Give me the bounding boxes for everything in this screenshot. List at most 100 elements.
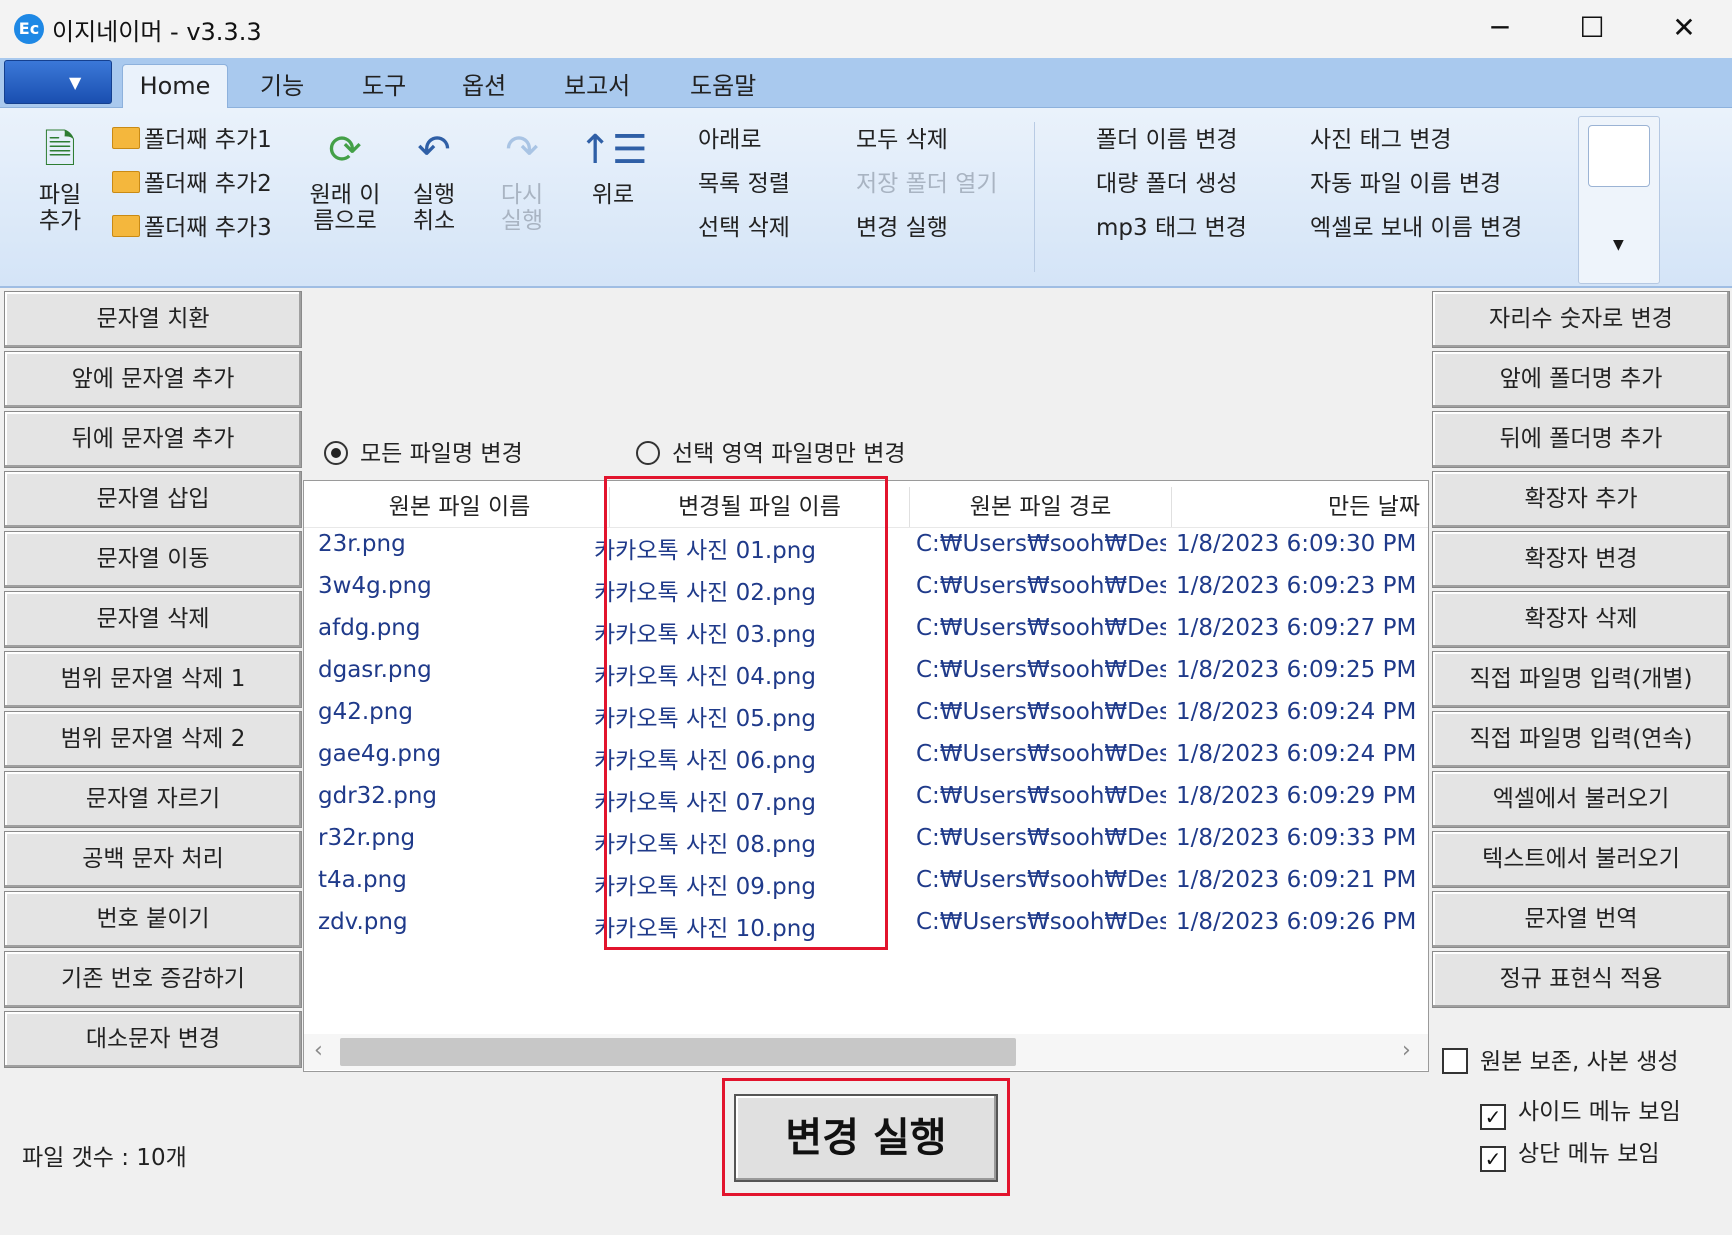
append-string-button[interactable]: 뒤에 문자열 추가 xyxy=(4,411,302,468)
redo-button[interactable]: ↷ 다시 실행 xyxy=(486,122,558,234)
cell-original-name[interactable]: gae4g.png xyxy=(318,741,588,767)
move-down-button[interactable]: 아래로 xyxy=(698,120,761,154)
cell-original-path[interactable]: C:₩Users₩sooh₩Desk xyxy=(916,657,1166,683)
application-menu-button[interactable]: ▼ xyxy=(4,60,112,104)
show-top-menu-checkbox[interactable]: ✓ 상단 메뉴 보임 xyxy=(1480,1134,1660,1172)
column-header-created-date[interactable]: 만든 날짜 xyxy=(1172,487,1428,527)
regex-button[interactable]: 정규 표현식 적용 xyxy=(1432,951,1730,1008)
add-folder-3-button[interactable]: 폴더째 추가3 xyxy=(112,208,272,242)
photo-tag-button[interactable]: 사진 태그 변경 xyxy=(1310,120,1452,154)
radio-selected-files[interactable]: 선택 영역 파일명만 변경 xyxy=(636,434,906,468)
restore-original-button[interactable]: ⟳ 원래 이 름으로 xyxy=(302,122,388,234)
manual-name-continuous-button[interactable]: 직접 파일명 입력(연속) xyxy=(1432,711,1730,768)
add-extension-button[interactable]: 확장자 추가 xyxy=(1432,471,1730,528)
delete-extension-button[interactable]: 확장자 삭제 xyxy=(1432,591,1730,648)
cell-original-name[interactable]: g42.png xyxy=(318,699,588,725)
cell-created-date[interactable]: 1/8/2023 6:09:33 PM xyxy=(1176,825,1424,851)
radio-all-files[interactable]: 모든 파일명 변경 xyxy=(324,434,523,468)
import-text-button[interactable]: 텍스트에서 불러오기 xyxy=(1432,831,1730,888)
change-extension-button[interactable]: 확장자 변경 xyxy=(1432,531,1730,588)
cell-original-name[interactable]: gdr32.png xyxy=(318,783,588,809)
cell-created-date[interactable]: 1/8/2023 6:09:25 PM xyxy=(1176,657,1424,683)
digit-number-button[interactable]: 자리수 숫자로 변경 xyxy=(1432,291,1730,348)
cell-created-date[interactable]: 1/8/2023 6:09:24 PM xyxy=(1176,699,1424,725)
cell-created-date[interactable]: 1/8/2023 6:09:29 PM xyxy=(1176,783,1424,809)
ribbon-gallery[interactable]: ▼ xyxy=(1578,116,1660,284)
prepend-folder-button[interactable]: 앞에 폴더명 추가 xyxy=(1432,351,1730,408)
delete-selected-button[interactable]: 선택 삭제 xyxy=(698,208,790,242)
keep-original-checkbox[interactable]: 원본 보존, 사본 생성 xyxy=(1442,1042,1679,1076)
radio-unchecked-icon[interactable] xyxy=(636,441,660,465)
move-up-button[interactable]: ↑☰ 위로 xyxy=(576,122,650,208)
cell-original-path[interactable]: C:₩Users₩sooh₩Desk xyxy=(916,783,1166,809)
bulk-create-folder-button[interactable]: 대량 폴더 생성 xyxy=(1096,164,1238,198)
cell-original-path[interactable]: C:₩Users₩sooh₩Desk xyxy=(916,615,1166,641)
cell-original-name[interactable]: dgasr.png xyxy=(318,657,588,683)
cell-created-date[interactable]: 1/8/2023 6:09:23 PM xyxy=(1176,573,1424,599)
execute-change-button[interactable]: 변경 실행 xyxy=(734,1094,998,1182)
translate-string-button[interactable]: 문자열 번역 xyxy=(1432,891,1730,948)
minimize-button[interactable]: ─ xyxy=(1454,0,1546,58)
prepend-string-button[interactable]: 앞에 문자열 추가 xyxy=(4,351,302,408)
cell-original-path[interactable]: C:₩Users₩sooh₩Desk xyxy=(916,741,1166,767)
checkbox-icon[interactable] xyxy=(1442,1048,1468,1074)
scroll-right-icon[interactable]: › xyxy=(1402,1038,1411,1063)
change-case-button[interactable]: 대소문자 변경 xyxy=(4,1011,302,1068)
numbering-button[interactable]: 번호 붙이기 xyxy=(4,891,302,948)
scrollbar-thumb[interactable] xyxy=(340,1038,1016,1066)
cell-original-path[interactable]: C:₩Users₩sooh₩Desk xyxy=(916,699,1166,725)
horizontal-scrollbar[interactable]: ‹ › xyxy=(304,1034,1428,1070)
scroll-left-icon[interactable]: ‹ xyxy=(314,1038,323,1063)
cell-created-date[interactable]: 1/8/2023 6:09:24 PM xyxy=(1176,741,1424,767)
cell-original-name[interactable]: afdg.png xyxy=(318,615,588,641)
cell-original-name[interactable]: r32r.png xyxy=(318,825,588,851)
import-excel-button[interactable]: 엑셀에서 불러오기 xyxy=(1432,771,1730,828)
cell-created-date[interactable]: 1/8/2023 6:09:30 PM xyxy=(1176,531,1424,557)
add-folder-2-button[interactable]: 폴더째 추가2 xyxy=(112,164,272,198)
checkmark-icon[interactable]: ✓ xyxy=(1480,1104,1506,1130)
chevron-down-icon[interactable]: ▼ xyxy=(1613,237,1624,253)
tab-home[interactable]: Home xyxy=(122,64,228,109)
cell-created-date[interactable]: 1/8/2023 6:09:27 PM xyxy=(1176,615,1424,641)
add-file-button[interactable]: 🗎 파일 추가 xyxy=(22,122,98,234)
tab-help[interactable]: 도움말 xyxy=(680,68,766,108)
undo-button[interactable]: ↶ 실행 취소 xyxy=(398,122,470,234)
radio-checked-icon[interactable] xyxy=(324,441,348,465)
increment-number-button[interactable]: 기존 번호 증감하기 xyxy=(4,951,302,1008)
cell-original-path[interactable]: C:₩Users₩sooh₩Desk xyxy=(916,867,1166,893)
manual-name-individual-button[interactable]: 직접 파일명 입력(개별) xyxy=(1432,651,1730,708)
checkmark-icon[interactable]: ✓ xyxy=(1480,1146,1506,1172)
show-side-menu-checkbox[interactable]: ✓ 사이드 메뉴 보임 xyxy=(1480,1092,1681,1130)
cell-original-path[interactable]: C:₩Users₩sooh₩Desk xyxy=(916,825,1166,851)
open-save-folder-button[interactable]: 저장 폴더 열기 xyxy=(856,164,998,198)
mp3-tag-button[interactable]: mp3 태그 변경 xyxy=(1096,208,1247,242)
tab-tools[interactable]: 도구 xyxy=(352,68,416,108)
append-folder-button[interactable]: 뒤에 폴더명 추가 xyxy=(1432,411,1730,468)
sort-list-button[interactable]: 목록 정렬 xyxy=(698,164,790,198)
rename-folder-button[interactable]: 폴더 이름 변경 xyxy=(1096,120,1238,154)
close-button[interactable]: ✕ xyxy=(1638,0,1730,58)
cell-original-path[interactable]: C:₩Users₩sooh₩Desk xyxy=(916,531,1166,557)
cut-string-button[interactable]: 문자열 자르기 xyxy=(4,771,302,828)
column-header-original-name[interactable]: 원본 파일 이름 xyxy=(310,487,610,527)
execute-change-ribbon-button[interactable]: 변경 실행 xyxy=(856,208,948,242)
tab-report[interactable]: 보고서 xyxy=(554,68,640,108)
cell-original-name[interactable]: t4a.png xyxy=(318,867,588,893)
whitespace-button[interactable]: 공백 문자 처리 xyxy=(4,831,302,888)
cell-original-path[interactable]: C:₩Users₩sooh₩Desk xyxy=(916,909,1166,935)
replace-string-button[interactable]: 문자열 치환 xyxy=(4,291,302,348)
cell-original-name[interactable]: zdv.png xyxy=(318,909,588,935)
insert-string-button[interactable]: 문자열 삽입 xyxy=(4,471,302,528)
delete-all-button[interactable]: 모두 삭제 xyxy=(856,120,948,154)
auto-rename-button[interactable]: 자동 파일 이름 변경 xyxy=(1310,164,1501,198)
cell-created-date[interactable]: 1/8/2023 6:09:21 PM xyxy=(1176,867,1424,893)
move-string-button[interactable]: 문자열 이동 xyxy=(4,531,302,588)
delete-range-1-button[interactable]: 범위 문자열 삭제 1 xyxy=(4,651,302,708)
excel-rename-button[interactable]: 엑셀로 보내 이름 변경 xyxy=(1310,208,1522,242)
tab-features[interactable]: 기능 xyxy=(250,68,314,108)
cell-original-name[interactable]: 3w4g.png xyxy=(318,573,588,599)
delete-range-2-button[interactable]: 범위 문자열 삭제 2 xyxy=(4,711,302,768)
delete-string-button[interactable]: 문자열 삭제 xyxy=(4,591,302,648)
maximize-button[interactable]: ☐ xyxy=(1546,0,1638,58)
cell-original-path[interactable]: C:₩Users₩sooh₩Desk xyxy=(916,573,1166,599)
